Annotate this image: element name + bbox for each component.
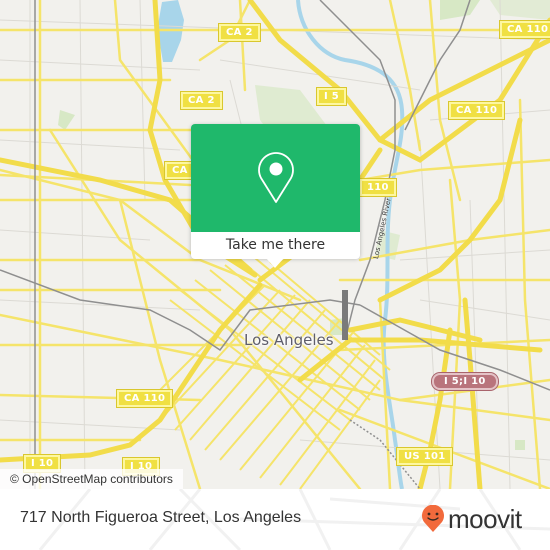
destination-address: 717 North Figueroa Street, Los Angeles (20, 509, 302, 526)
highway-shield: CA 2 (180, 91, 223, 110)
footer-bar: 717 North Figueroa Street, Los Angeles m… (0, 489, 550, 550)
highway-shield: CA 110 (115, 389, 174, 408)
moovit-smiley-pin-icon (422, 505, 444, 532)
take-me-there-button[interactable]: Take me there (191, 232, 360, 259)
map-pin-icon (258, 152, 294, 203)
destination-popup[interactable]: Take me there (191, 124, 360, 268)
popup-header[interactable] (191, 124, 360, 232)
city-label: Los Angeles (244, 331, 334, 349)
popup-pointer (266, 258, 284, 268)
highway-shield: US 101 (395, 447, 454, 466)
highway-shield: I 5 (315, 87, 348, 106)
highway-shield: CA 110 (447, 101, 506, 120)
map-attribution[interactable]: © OpenStreetMap contributors (0, 469, 183, 489)
moovit-logo[interactable]: moovit (421, 505, 522, 533)
map-view[interactable]: CA 2 CA 2 CA 2 I 5 CA 110 CA 110 110 CA … (0, 0, 550, 489)
highway-shield: 110 (359, 178, 397, 197)
highway-shield-interstate: I 5;I 10 (431, 372, 499, 391)
highway-shield: CA 2 (218, 23, 261, 42)
moovit-wordmark: moovit (448, 504, 522, 534)
highway-shield: CA 110 (498, 20, 550, 39)
